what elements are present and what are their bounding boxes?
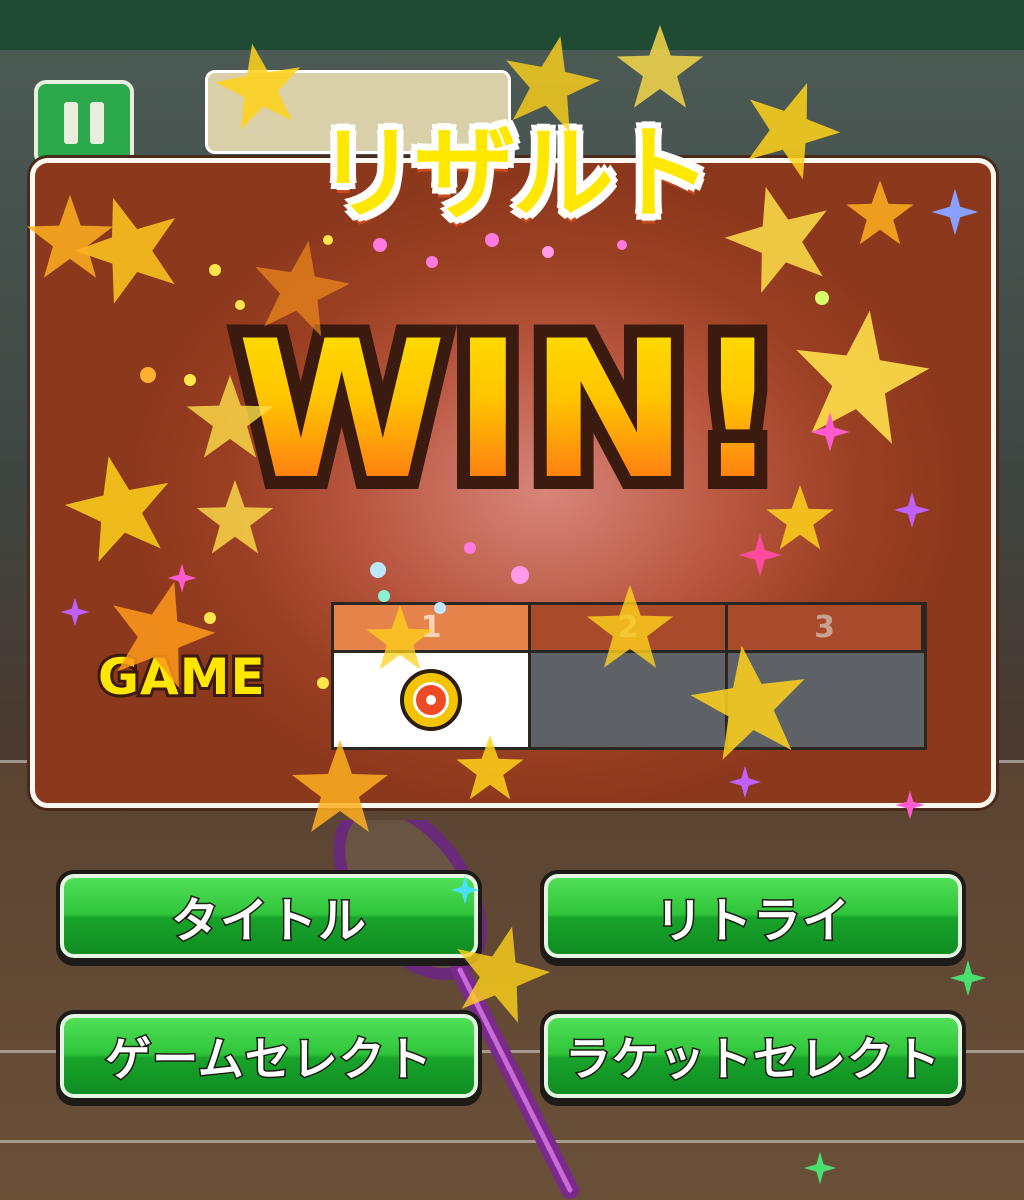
game-column-header: 1 <box>334 605 531 653</box>
game-select-button[interactable]: ゲームセレクト <box>56 1010 482 1102</box>
retry-button-label: リトライ <box>653 892 851 951</box>
win-text: WIN! <box>0 300 1024 521</box>
title-button[interactable]: タイトル <box>56 870 482 962</box>
win-marker-icon <box>400 669 462 731</box>
game-results-table: 1 2 3 <box>331 602 927 750</box>
game-label-outline: GAME <box>95 645 268 709</box>
retry-button[interactable]: リトライ <box>540 870 966 962</box>
top-bar <box>0 0 1024 50</box>
game-select-button-label: ゲームセレクト <box>104 1031 434 1088</box>
game-result-cell <box>728 653 924 747</box>
game-column-header: 2 <box>531 605 728 653</box>
result-title: リザルト <box>316 115 712 234</box>
game-result-cell <box>531 653 728 747</box>
game-result-cell <box>334 653 531 747</box>
racket-select-button-label: ラケットセレクト <box>564 1031 942 1088</box>
title-button-label: タイトル <box>169 892 367 951</box>
game-column-header: 3 <box>728 605 924 653</box>
racket-select-button[interactable]: ラケットセレクト <box>540 1010 966 1102</box>
